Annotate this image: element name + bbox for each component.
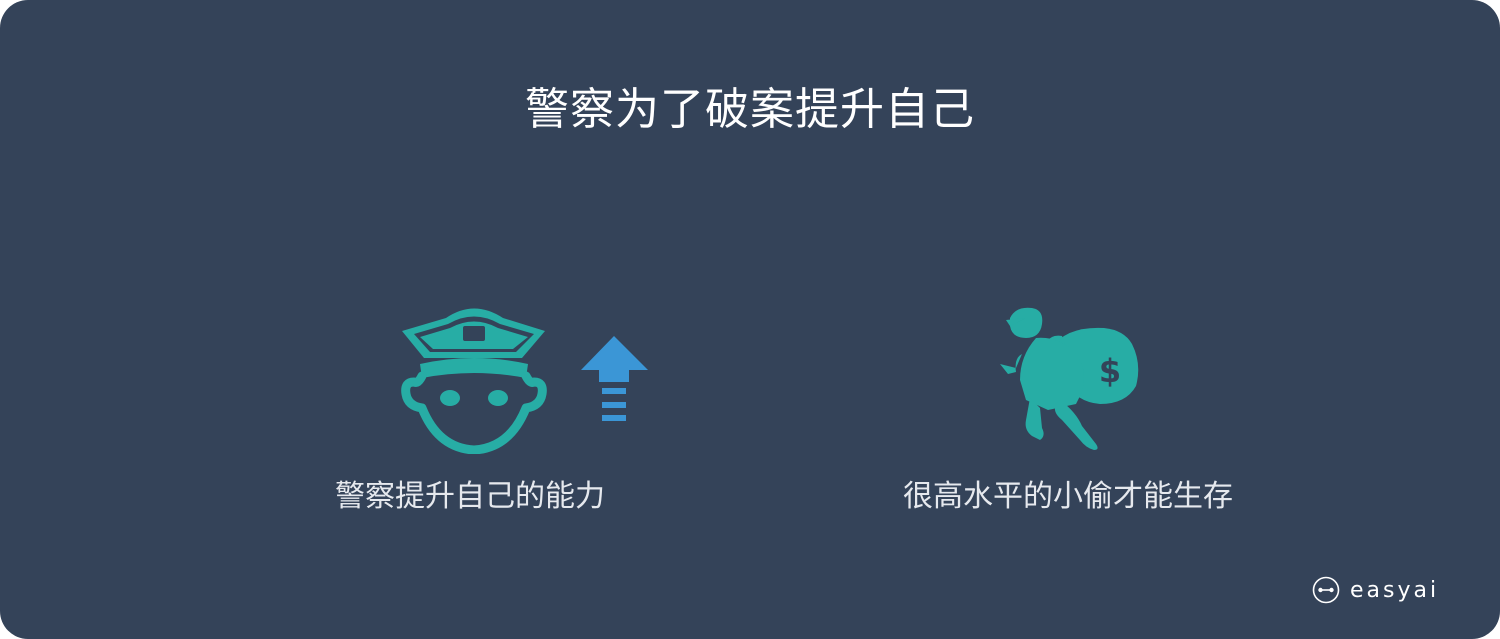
slide-card: 警察为了破案提升自己 警察提升自己的能力 $ 很高水平的小偷才能生存 easya…	[0, 0, 1500, 639]
slide-title: 警察为了破案提升自己	[525, 84, 975, 135]
easyai-logo-icon	[1312, 576, 1340, 604]
police-illustration	[401, 308, 648, 454]
left-caption: 警察提升自己的能力	[335, 479, 605, 514]
police-officer-icon	[401, 308, 547, 454]
thief-with-money-bag-icon: $	[1000, 307, 1139, 450]
right-caption: 很高水平的小偷才能生存	[903, 479, 1233, 514]
arrow-up-icon	[581, 336, 648, 421]
dollar-sign: $	[1099, 352, 1121, 390]
brand-logo: easyai	[1312, 574, 1439, 606]
brand-name: easyai	[1350, 577, 1440, 603]
